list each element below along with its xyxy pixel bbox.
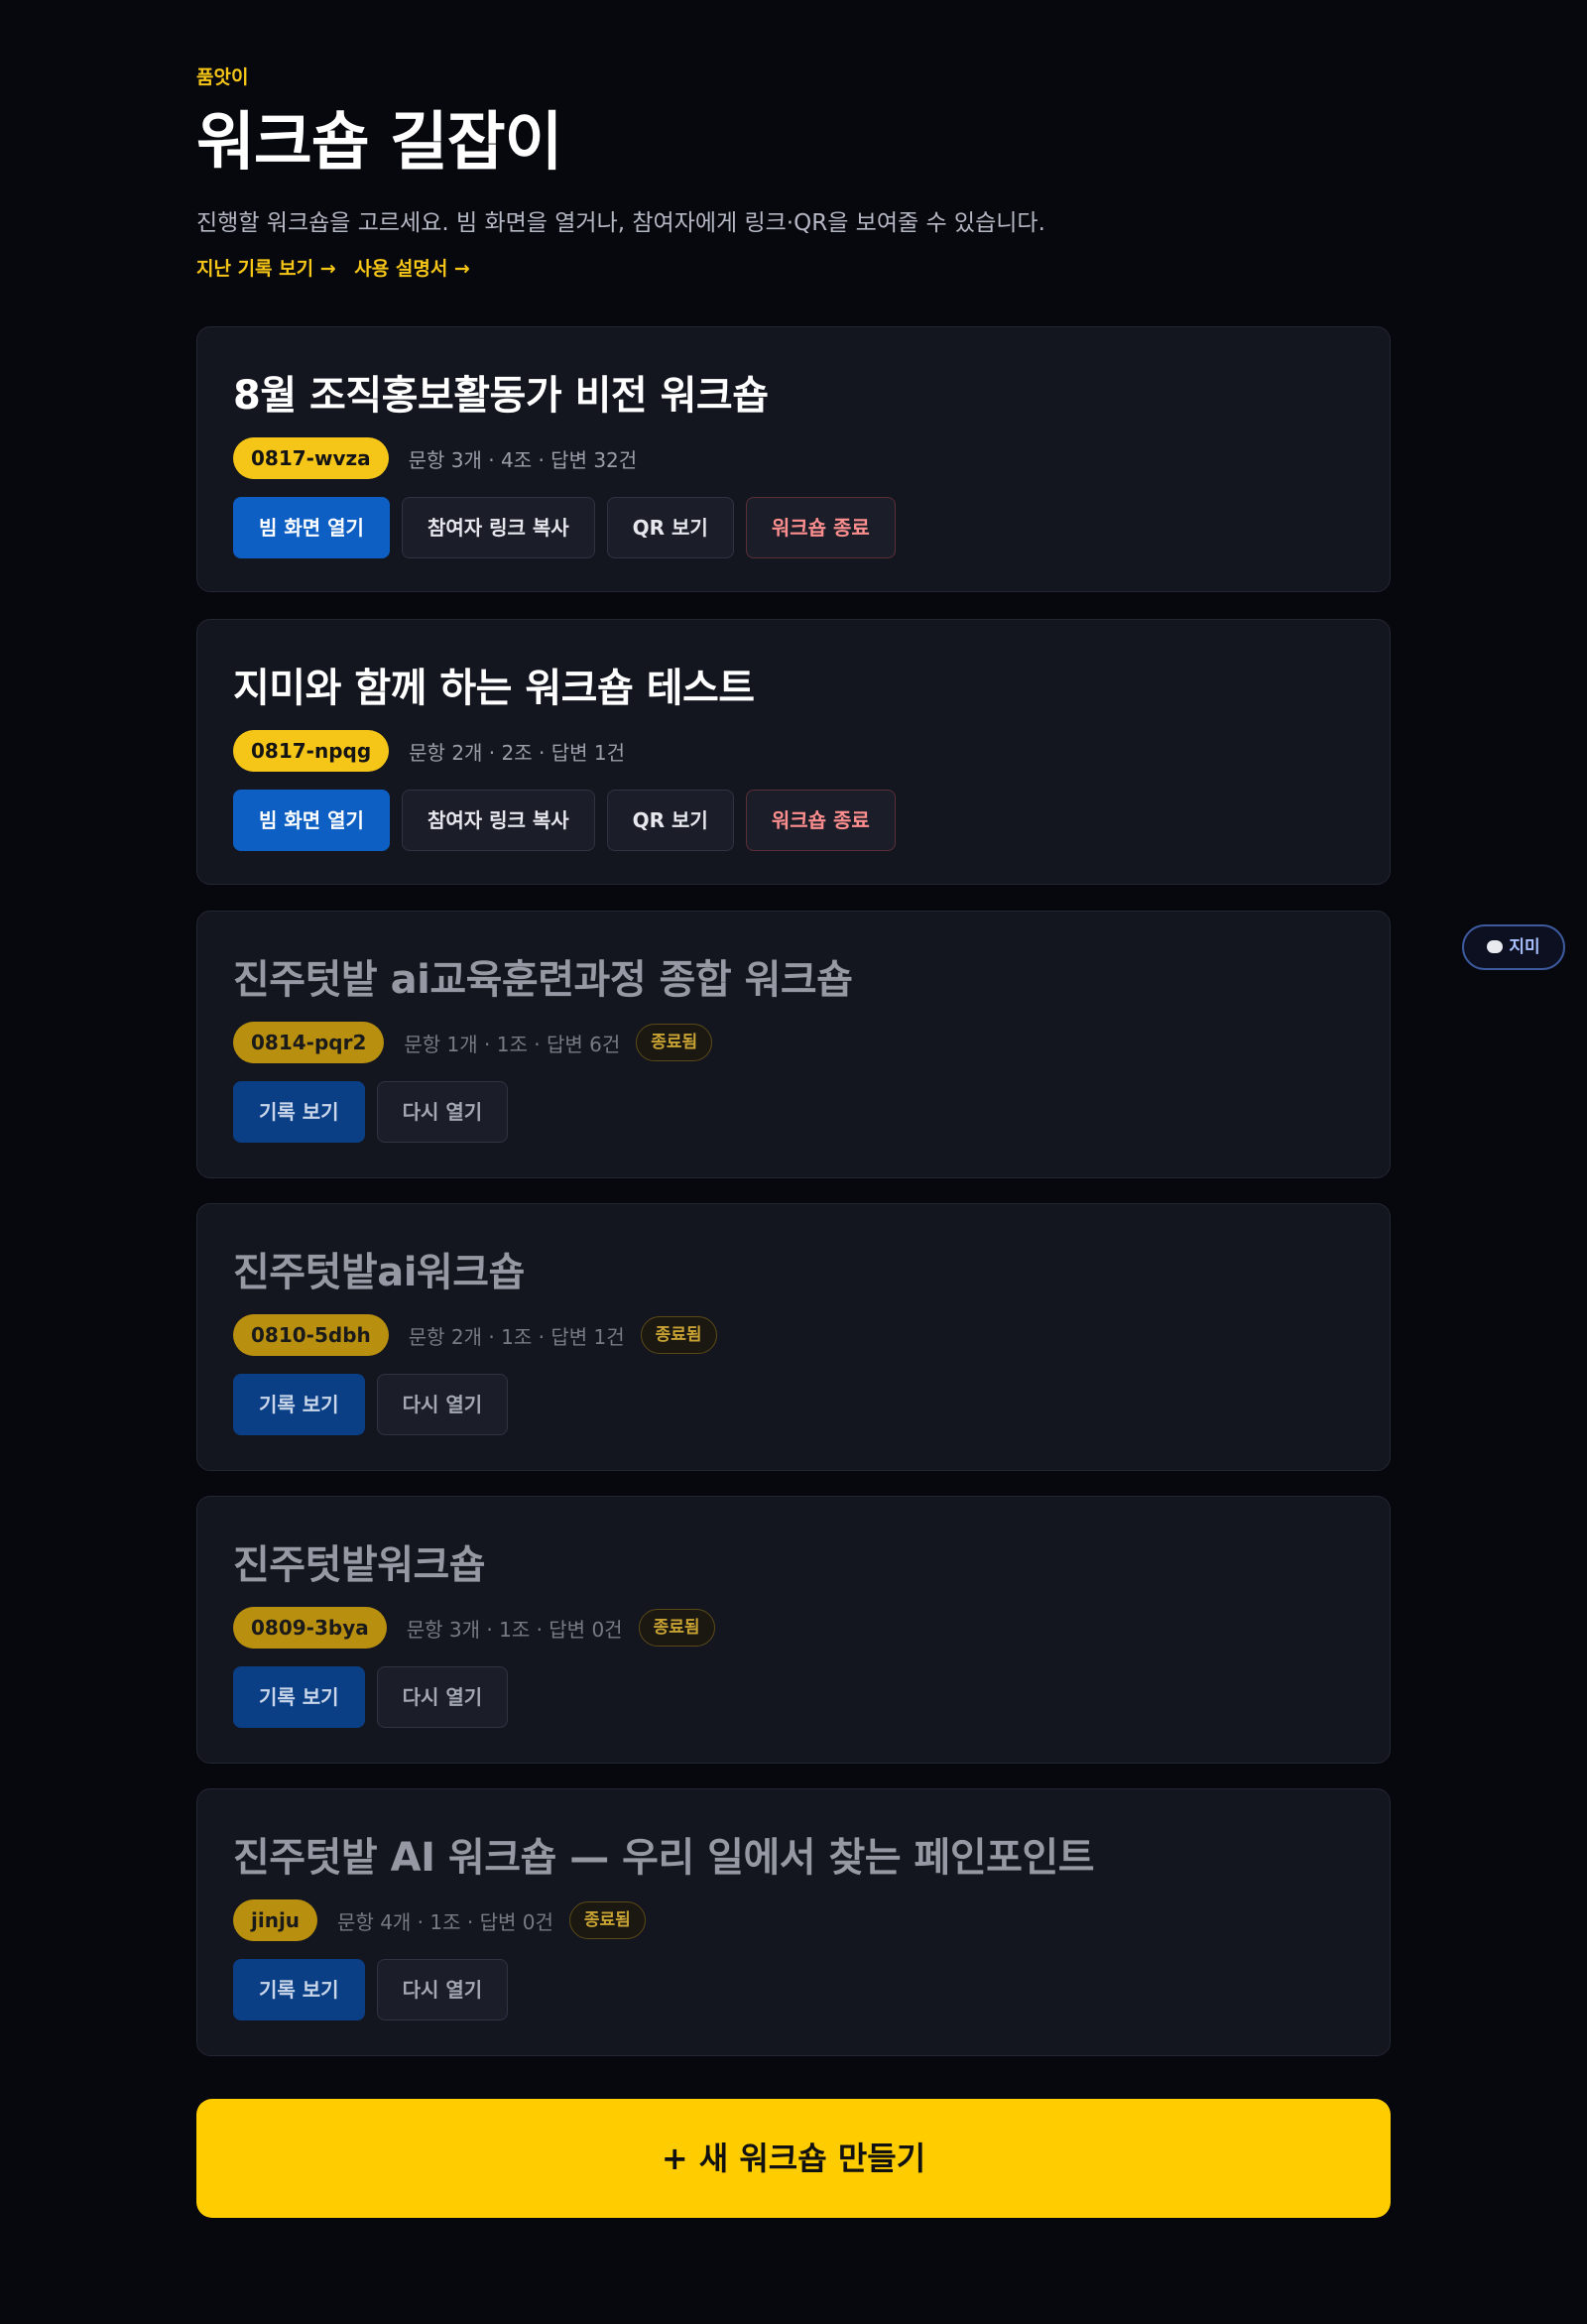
ended-status-badge: 종료됨 — [640, 1316, 717, 1354]
copy-link-button[interactable]: 참여자 링크 복사 — [401, 790, 595, 851]
workshop-code-badge: 0817-npqg — [233, 730, 390, 772]
workshop-meta: 0814-pqr2 문항 1개 · 1조 · 답변 6건 종료됨 — [233, 1022, 713, 1063]
workshop-card: 진주텃밭 AI 워크숍 — 우리 일에서 찾는 페인포인트 jinju 문항 4개 … — [196, 1788, 1391, 2056]
workshop-meta: 0817-npqg 문항 2개 · 2조 · 답변 1건 — [233, 730, 625, 772]
workshop-meta: 0817-wvza 문항 3개 · 4조 · 답변 32건 — [233, 437, 637, 479]
end-workshop-button[interactable]: 워크숍 종료 — [745, 790, 896, 851]
show-qr-button[interactable]: QR 보기 — [606, 497, 734, 558]
workshop-title: 진주텃밭 ai교육훈련과정 종합 워크숍 — [233, 957, 853, 1003]
workshop-stats: 문항 3개 · 1조 · 답변 0건 — [406, 1617, 623, 1642]
workshop-title: 진주텃밭ai워크숍 — [233, 1250, 525, 1295]
workshop-code-badge: jinju — [233, 1899, 318, 1941]
reopen-button[interactable]: 다시 열기 — [376, 1666, 509, 1728]
chat-bubble-icon — [1487, 940, 1504, 953]
workshop-meta: jinju 문항 4개 · 1조 · 답변 0건 종료됨 — [233, 1899, 646, 1941]
brand-label: 품앗이 — [196, 66, 249, 88]
copy-link-button[interactable]: 참여자 링크 복사 — [401, 497, 595, 558]
workshop-stats: 문항 4개 · 1조 · 답변 0건 — [337, 1909, 553, 1934]
assistant-chat-label: 지미 — [1509, 937, 1540, 957]
reopen-button[interactable]: 다시 열기 — [376, 1374, 509, 1435]
show-qr-button[interactable]: QR 보기 — [606, 790, 734, 851]
page-title: 워크숍 길잡이 — [196, 106, 563, 180]
workshop-card: 지미와 함께 하는 워크숍 테스트 0817-npqg 문항 2개 · 2조 · 답… — [196, 619, 1391, 885]
workshop-code-badge: 0809-3bya — [233, 1607, 387, 1649]
workshop-card: 진주텃밭 ai교육훈련과정 종합 워크숍 0814-pqr2 문항 1개 · 1조 … — [196, 911, 1391, 1178]
workshop-title: 진주텃밭 AI 워크숍 — 우리 일에서 찾는 페인포인트 — [233, 1835, 1095, 1881]
workshop-card: 진주텃밭워크숍 0809-3bya 문항 3개 · 1조 · 답변 0건 종료됨기록 … — [196, 1496, 1391, 1764]
workshop-stats: 문항 2개 · 2조 · 답변 1건 — [409, 740, 625, 765]
end-workshop-button[interactable]: 워크숍 종료 — [745, 497, 896, 558]
view-record-button[interactable]: 기록 보기 — [233, 1081, 365, 1143]
ended-status-badge: 종료됨 — [636, 1024, 713, 1061]
ended-status-badge: 종료됨 — [638, 1609, 715, 1647]
workshop-stats: 문항 3개 · 4조 · 답변 32건 — [408, 447, 638, 472]
workshop-actions: 기록 보기 다시 열기 — [233, 1081, 509, 1143]
workshop-stats: 문항 1개 · 1조 · 답변 6건 — [404, 1032, 621, 1056]
open-beam-button[interactable]: 빔 화면 열기 — [233, 790, 390, 851]
reopen-button[interactable]: 다시 열기 — [376, 1081, 509, 1143]
workshop-card: 진주텃밭ai워크숍 0810-5dbh 문항 2개 · 1조 · 답변 1건 종료됨기… — [196, 1203, 1391, 1471]
assistant-chat-button[interactable]: 지미 — [1462, 924, 1565, 970]
view-record-button[interactable]: 기록 보기 — [233, 1959, 365, 2020]
workshop-title: 8월 조직홍보활동가 비전 워크숍 — [233, 373, 769, 419]
workshop-code-badge: 0810-5dbh — [233, 1314, 389, 1356]
open-beam-button[interactable]: 빔 화면 열기 — [233, 497, 390, 558]
reopen-button[interactable]: 다시 열기 — [376, 1959, 509, 2020]
workshop-actions: 빔 화면 열기 참여자 링크 복사 QR 보기 워크숍 종료 — [233, 790, 896, 851]
workshop-stats: 문항 2개 · 1조 · 답변 1건 — [408, 1324, 625, 1349]
workshop-card: 8월 조직홍보활동가 비전 워크숍 0817-wvza 문항 3개 · 4조 · 답… — [196, 326, 1391, 592]
ended-status-badge: 종료됨 — [568, 1901, 646, 1939]
workshop-actions: 빔 화면 열기 참여자 링크 복사 QR 보기 워크숍 종료 — [233, 497, 896, 558]
page-subtitle: 진행할 워크숍을 고르세요. 빔 화면을 열거나, 참여자에게 링크·QR을 보… — [196, 210, 1045, 236]
workshop-code-badge: 0817-wvza — [233, 437, 389, 479]
workshop-title: 지미와 함께 하는 워크숍 테스트 — [233, 666, 755, 711]
history-link[interactable]: 지난 기록 보기 → — [196, 258, 336, 280]
create-workshop-button[interactable]: + 새 워크숍 만들기 — [196, 2099, 1391, 2218]
view-record-button[interactable]: 기록 보기 — [233, 1374, 365, 1435]
workshop-meta: 0809-3bya 문항 3개 · 1조 · 답변 0건 종료됨 — [233, 1607, 715, 1649]
view-record-button[interactable]: 기록 보기 — [233, 1666, 365, 1728]
manual-link[interactable]: 사용 설명서 → — [354, 258, 470, 280]
workshop-actions: 기록 보기 다시 열기 — [233, 1374, 509, 1435]
workshop-actions: 기록 보기 다시 열기 — [233, 1959, 509, 2020]
workshop-meta: 0810-5dbh 문항 2개 · 1조 · 답변 1건 종료됨 — [233, 1314, 717, 1356]
top-links: 지난 기록 보기 → 사용 설명서 → — [196, 254, 482, 281]
workshop-actions: 기록 보기 다시 열기 — [233, 1666, 509, 1728]
workshop-code-badge: 0814-pqr2 — [233, 1022, 385, 1063]
workshop-title: 진주텃밭워크숍 — [233, 1542, 486, 1588]
